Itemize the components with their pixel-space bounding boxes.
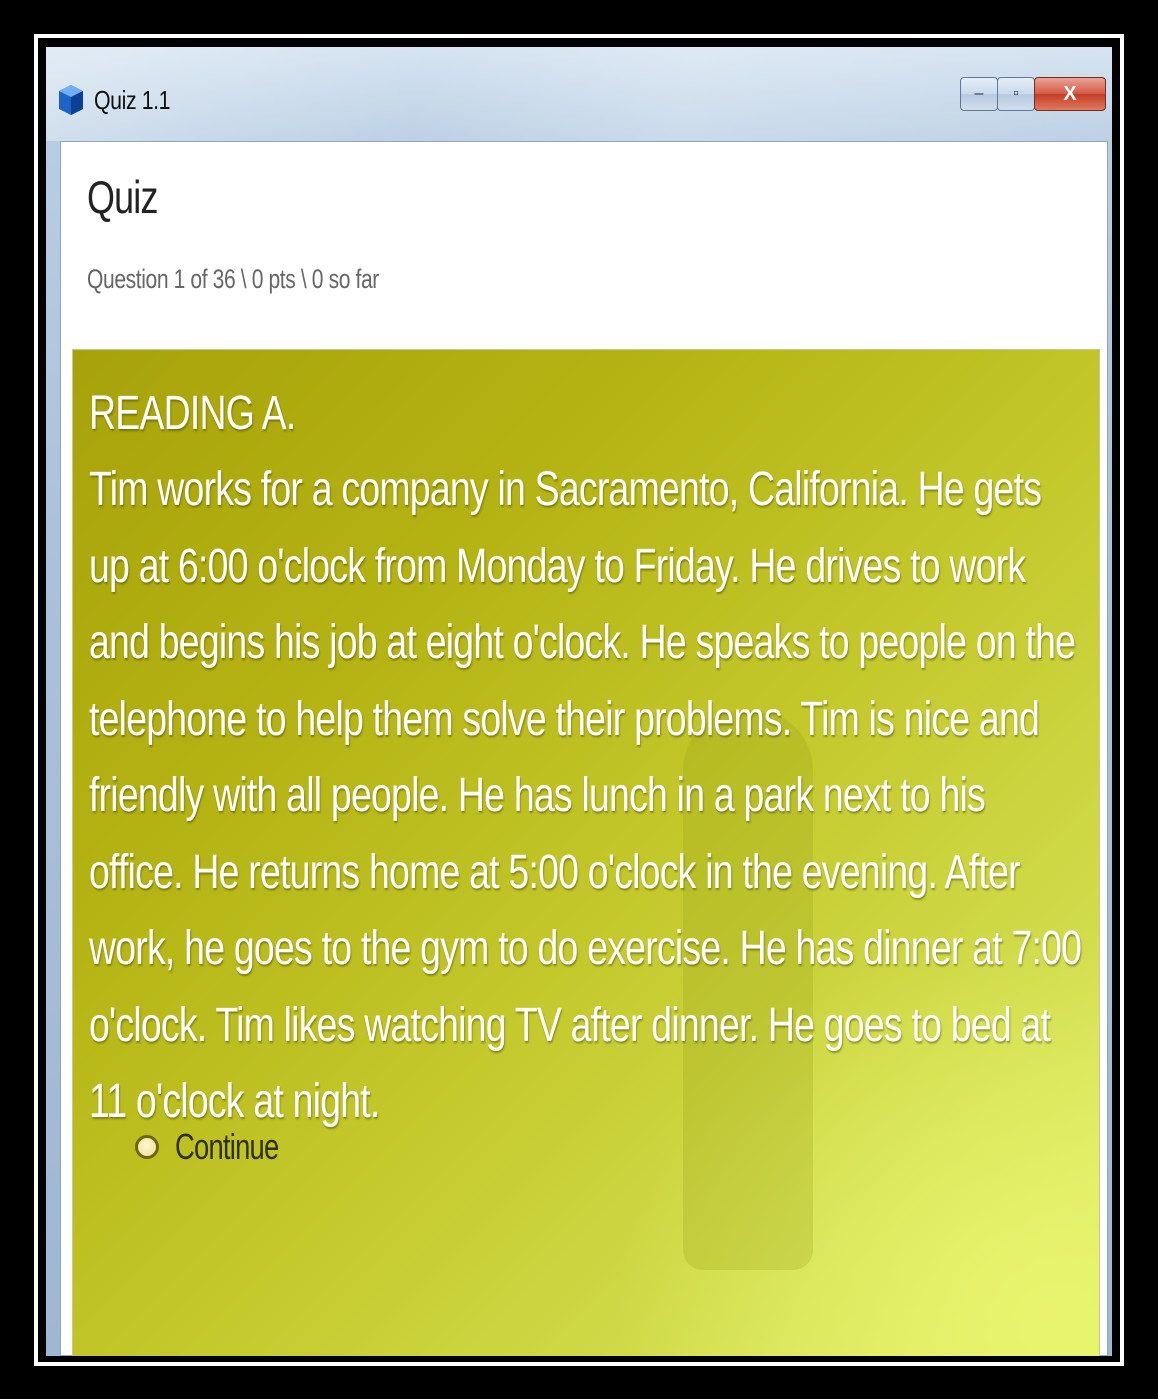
close-button[interactable]: X [1034, 77, 1106, 111]
radio-button[interactable] [135, 1135, 159, 1159]
choice-label[interactable]: Continue [175, 1126, 279, 1168]
minimize-button[interactable]: – [960, 77, 998, 111]
quiz-window: Quiz 1.1 – ▫ X Quiz Question 1 of 36 \ 0… [46, 47, 1112, 1356]
blue-cube-icon [58, 83, 84, 117]
quiz-status: Question 1 of 36 \ 0 pts \ 0 so far [87, 264, 379, 294]
window-title: Quiz 1.1 [94, 85, 171, 115]
maximize-icon: ▫ [1013, 85, 1019, 102]
minimize-icon: – [974, 85, 984, 102]
reading-passage: Tim works for a company in Sacramento, C… [89, 463, 1082, 1128]
quiz-title: Quiz [87, 171, 158, 223]
quiz-content: Quiz Question 1 of 36 \ 0 pts \ 0 so far… [60, 141, 1108, 1356]
choice-continue[interactable]: Continue [135, 1126, 311, 1168]
reading-heading: READING A. [89, 387, 296, 440]
question-panel: READING A. Tim works for a company in Sa… [72, 349, 1100, 1356]
title-bar[interactable]: Quiz 1.1 – ▫ X [46, 47, 1112, 141]
maximize-button[interactable]: ▫ [997, 77, 1035, 111]
window-controls: – ▫ X [960, 77, 1106, 113]
close-icon: X [1063, 82, 1077, 105]
